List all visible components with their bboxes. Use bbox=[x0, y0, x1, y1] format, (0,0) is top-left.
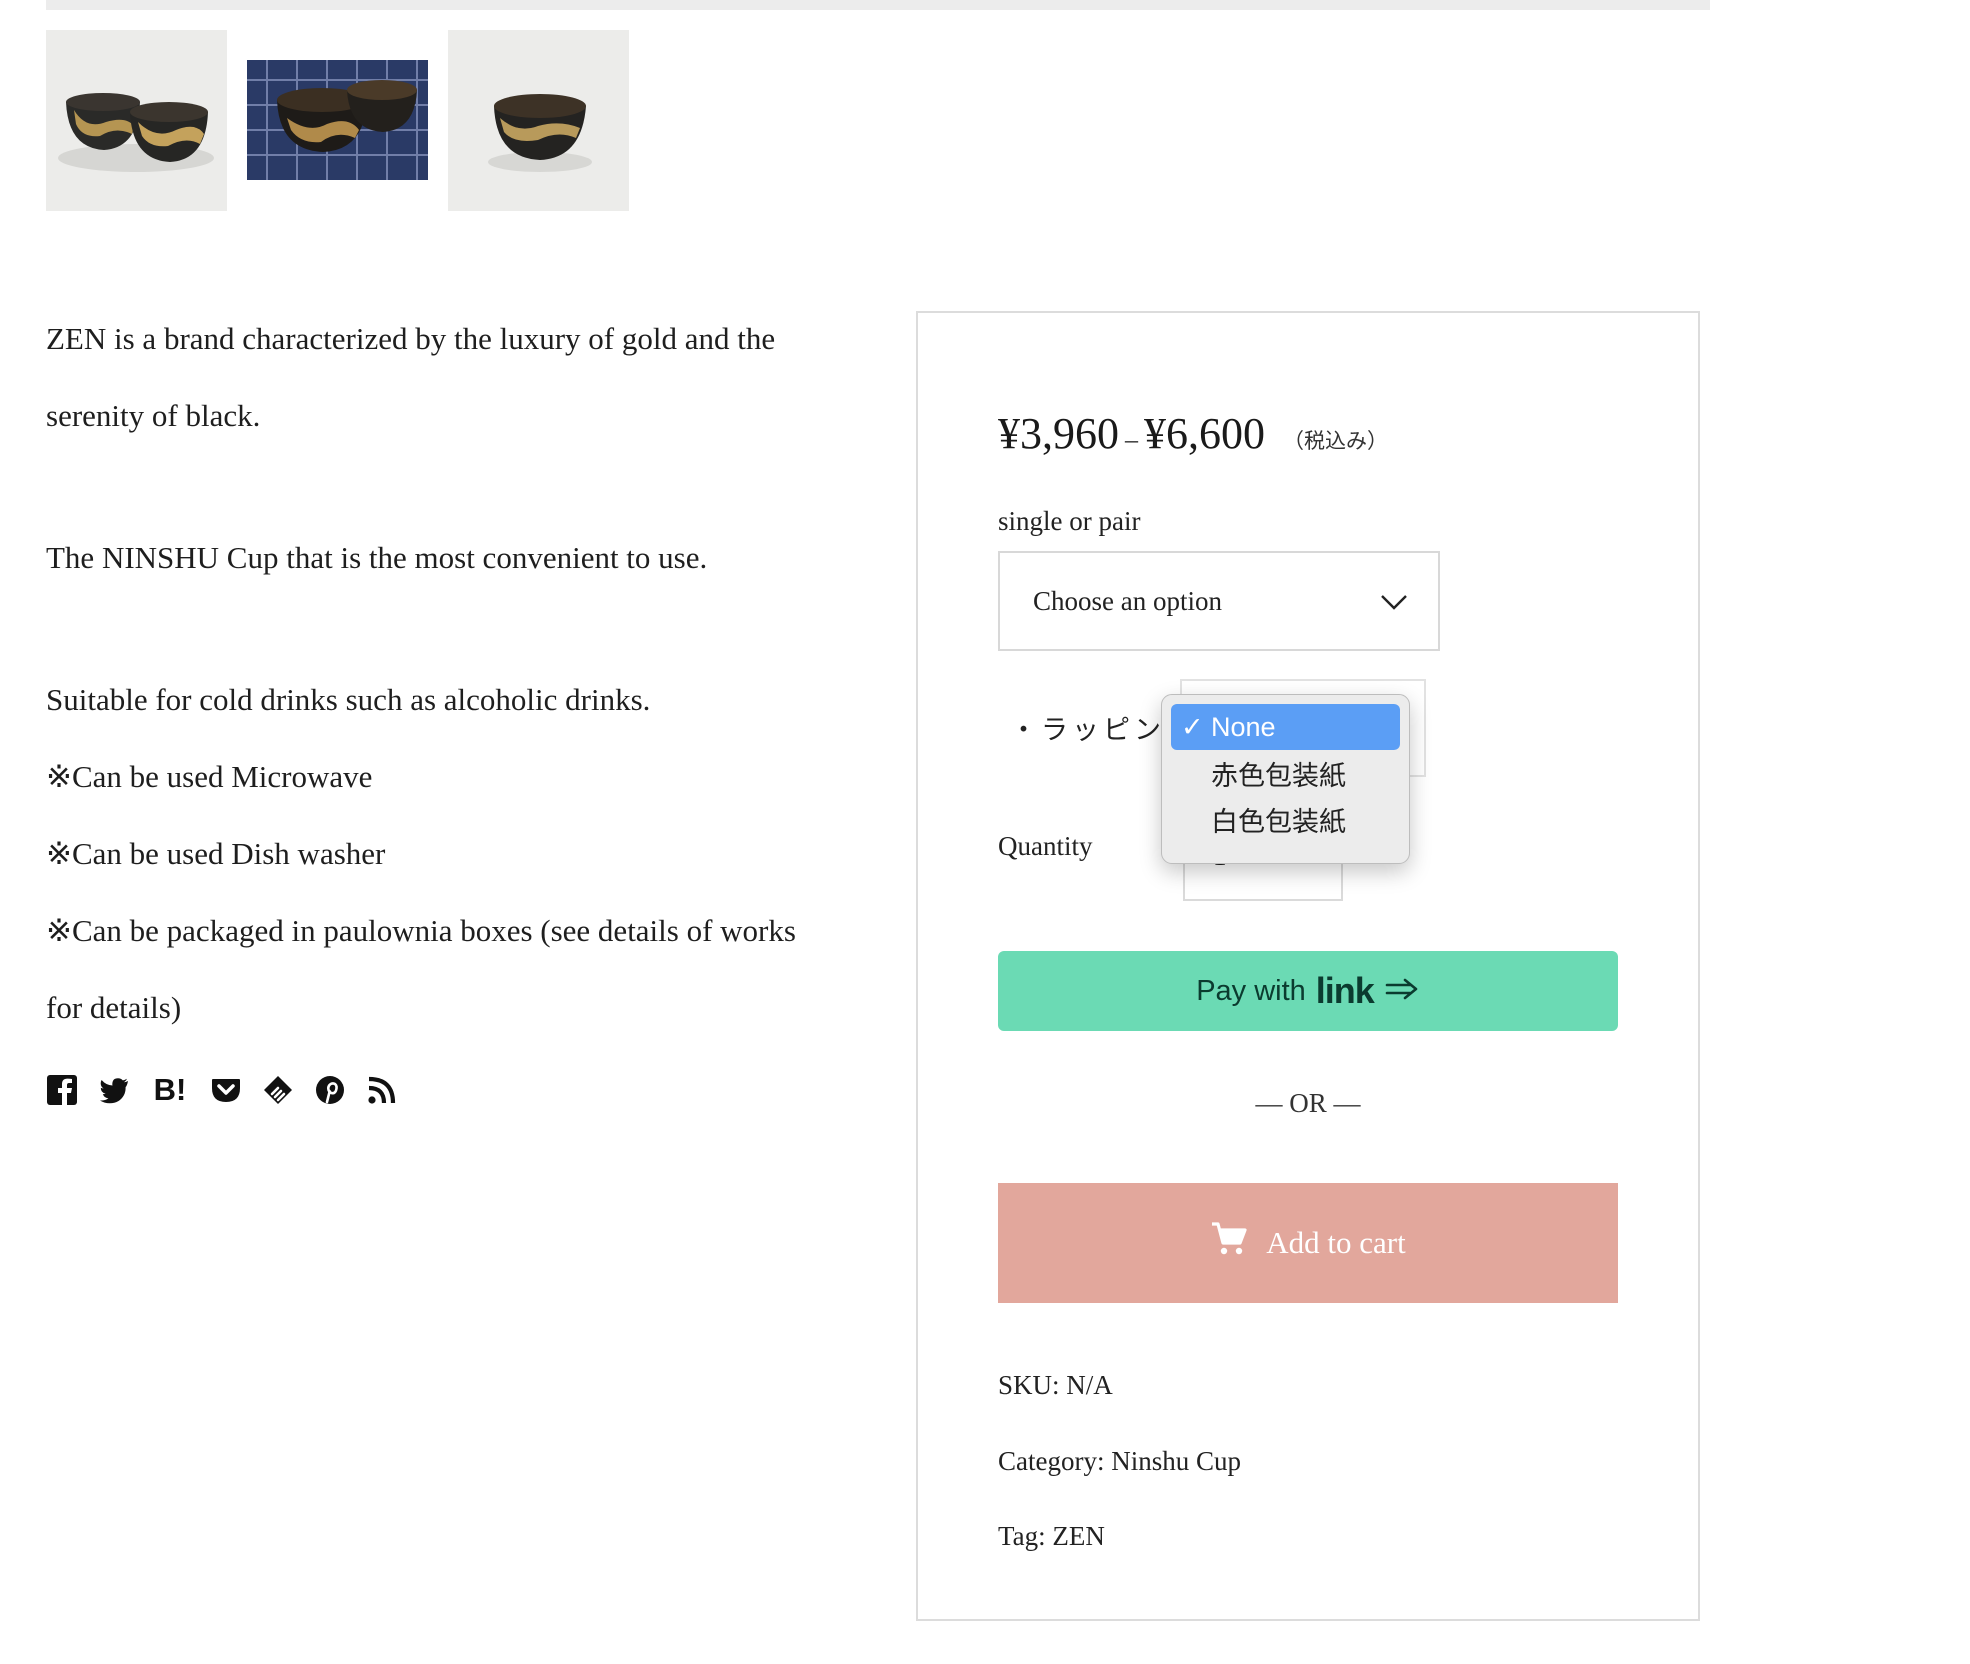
arrow-right-icon bbox=[1384, 978, 1420, 1005]
hatena-bookmark-icon[interactable]: B! bbox=[150, 1072, 190, 1107]
variant-select-value: Choose an option bbox=[1033, 585, 1222, 616]
price-min: ¥3,960 bbox=[998, 409, 1119, 458]
pocket-icon[interactable] bbox=[210, 1074, 242, 1106]
description-line: serenity of black. bbox=[46, 398, 261, 433]
pinterest-icon[interactable] bbox=[314, 1074, 346, 1106]
variant-select[interactable]: Choose an option bbox=[998, 551, 1440, 651]
chevron-down-icon bbox=[1380, 587, 1408, 618]
description-line: ※Can be used Dish washer bbox=[46, 836, 386, 871]
feedly-icon[interactable] bbox=[262, 1074, 294, 1106]
description-line: ※Can be packaged in paulownia boxes (see… bbox=[46, 913, 796, 948]
wrapping-dropdown-menu: ✓ None 赤色包装紙 白色包装紙 bbox=[1161, 694, 1410, 864]
sku-text: SKU: N/A bbox=[998, 1370, 1113, 1400]
thumbnail-image-2[interactable] bbox=[247, 60, 428, 180]
link-logo: link bbox=[1315, 970, 1375, 1011]
add-to-cart-label: Add to cart bbox=[1266, 1225, 1406, 1260]
product-description: ZEN is a brand characterized by the luxu… bbox=[46, 300, 846, 1046]
rss-icon[interactable] bbox=[366, 1074, 398, 1106]
wrapping-option-white[interactable]: 白色包装紙 bbox=[1171, 796, 1400, 842]
facebook-icon[interactable] bbox=[46, 1074, 78, 1106]
tag-text[interactable]: Tag: ZEN bbox=[998, 1521, 1105, 1552]
description-line: ZEN is a brand characterized by the luxu… bbox=[46, 321, 776, 356]
option-label: 白色包装紙 bbox=[1211, 806, 1346, 837]
paylink-label: Pay with bbox=[1196, 974, 1306, 1007]
add-to-cart-button[interactable]: Add to cart bbox=[998, 1183, 1618, 1303]
category-text[interactable]: Category: Ninshu Cup bbox=[998, 1446, 1241, 1477]
price-max: ¥6,600 bbox=[1144, 409, 1265, 458]
description-line: Suitable for cold drinks such as alcohol… bbox=[46, 682, 651, 717]
description-line: for details) bbox=[46, 990, 182, 1025]
wrapping-option-none[interactable]: ✓ None bbox=[1171, 704, 1400, 750]
thumbnail-image-3[interactable] bbox=[448, 30, 629, 211]
share-bar: B! bbox=[46, 1070, 398, 1110]
gallery-top-bar bbox=[46, 0, 1710, 10]
twitter-icon[interactable] bbox=[98, 1074, 130, 1106]
price-separator: – bbox=[1125, 425, 1138, 454]
pay-with-link-button[interactable]: Pay with link bbox=[998, 951, 1618, 1031]
price-range: ¥3,960 – ¥6,600 （税込み） bbox=[998, 408, 1388, 459]
wrapping-option-red[interactable]: 赤色包装紙 bbox=[1171, 750, 1400, 796]
option-label: 赤色包装紙 bbox=[1211, 760, 1346, 791]
purchase-panel: ¥3,960 – ¥6,600 （税込み） single or pair Cho… bbox=[916, 311, 1700, 1621]
description-line: The NINSHU Cup that is the most convenie… bbox=[46, 540, 708, 575]
variant-label: single or pair bbox=[998, 506, 1141, 536]
description-line: ※Can be used Microwave bbox=[46, 759, 373, 794]
checkmark-icon: ✓ bbox=[1181, 712, 1204, 742]
tax-note: （税込み） bbox=[1283, 429, 1388, 453]
option-label: None bbox=[1211, 711, 1276, 742]
quantity-label: Quantity bbox=[998, 831, 1093, 861]
thumbnail-image-1[interactable] bbox=[46, 30, 227, 211]
or-divider: — OR — bbox=[1255, 1088, 1361, 1118]
cart-icon bbox=[1210, 1221, 1248, 1265]
